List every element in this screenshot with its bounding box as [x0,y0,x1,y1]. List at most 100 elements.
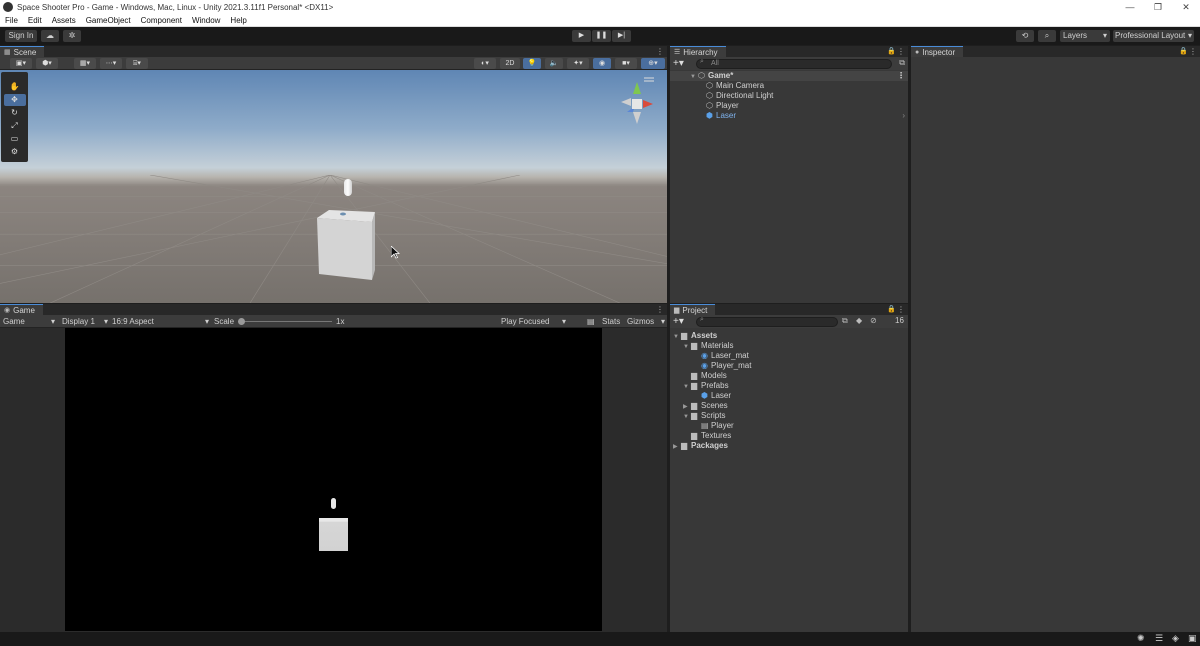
auto-generate-lighting-icon[interactable]: ◈ [1172,633,1179,644]
draw-mode-icon[interactable]: ▣▾ [10,58,32,69]
hierarchy-search-input[interactable]: All [696,59,892,69]
project-item-packages[interactable]: ▶ ▆ Packages [670,441,908,451]
tab-scene[interactable]: ▦ Scene [0,46,45,57]
hand-tool-icon[interactable]: ✋ [4,81,26,93]
step-button[interactable]: ▶| [612,30,631,42]
maximize-button[interactable]: ❐ [1144,0,1172,14]
panel-menu-icon[interactable]: ⋮ [656,46,664,57]
tab-hierarchy[interactable]: ☰ Hierarchy [670,46,726,57]
grid-snap-icon[interactable]: ▦▾ [74,58,96,69]
rotate-tool-icon[interactable]: ↻ [4,107,26,119]
play-button[interactable]: ▶ [572,30,591,42]
laser-object[interactable] [344,179,352,196]
filter-icon[interactable]: ⧉ [899,58,905,68]
project-item-prefabs[interactable]: ▼ ▆ Prefabs [670,381,908,391]
menu-assets[interactable]: Assets [47,16,81,25]
collab-icon[interactable]: ✲ [63,30,81,42]
scene-row[interactable]: ▼ ⬡ Game* ⋮ [670,71,908,81]
hierarchy-item-directional-light[interactable]: ⬡ Directional Light [670,91,908,101]
scale-slider[interactable] [238,321,332,322]
move-tool-icon[interactable]: ✥ [3,94,26,106]
row-menu-icon[interactable]: ⋮ [897,71,905,81]
layout-dropdown[interactable]: Professional Layout ▾ [1113,30,1194,42]
shading-icon[interactable]: ◐▾ [474,58,496,69]
project-item-scripts[interactable]: ▼ ▆ Scripts [670,411,908,421]
scale-slider-handle[interactable] [238,318,245,325]
scene-viewport[interactable]: ✋ ✥ ↻ ⤢ ▭ ⚙ [0,70,667,303]
menu-gameobject[interactable]: GameObject [81,16,136,25]
camera-icon[interactable]: ■▾ [615,58,637,69]
hidden-packages-icon[interactable]: ⊘ [870,316,877,325]
panel-menu-icon[interactable]: ⋮ [656,304,664,315]
project-item-player-mat[interactable]: ◉ Player_mat [670,361,908,371]
snap-icon[interactable]: ⋯▾ [100,58,122,69]
play-focused-dropdown[interactable]: Play Focused ▾ [501,315,566,328]
menu-help[interactable]: Help [225,16,251,25]
tab-project[interactable]: ▆ Project [670,304,716,315]
debug-icon[interactable]: ✺ [1137,633,1145,644]
project-item-assets[interactable]: ▼ ▆ Assets [670,331,908,341]
panel-menu-icon[interactable]: ⋮ [897,46,905,57]
cloud-icon[interactable]: ☁ [41,30,59,42]
rect-tool-icon[interactable]: ▭ [4,133,26,145]
tab-inspector[interactable]: ● Inspector [911,46,964,57]
minimize-button[interactable]: — [1116,0,1144,14]
history-icon[interactable]: ⟲ [1016,30,1034,42]
tab-inspector-label: Inspector [922,47,956,57]
tab-game[interactable]: ◉ Game [0,304,43,315]
mode-2d-toggle[interactable]: 2D [500,58,520,69]
project-item-player[interactable]: ▤ Player [670,421,908,431]
scale-tool-icon[interactable]: ⤢ [4,120,26,132]
collapse-triangle-icon[interactable]: ▶ [673,442,681,452]
project-item-laser-mat[interactable]: ◉ Laser_mat [670,351,908,361]
menu-file[interactable]: File [0,16,23,25]
stats-button[interactable]: Stats [602,315,620,328]
panel-menu-icon[interactable]: ⋮ [1189,46,1197,57]
pause-button[interactable]: ❚❚ [592,30,611,42]
menu-window[interactable]: Window [187,16,225,25]
hierarchy-item-player[interactable]: ⬡ Player [670,101,908,111]
player-cube[interactable] [315,208,377,282]
effects-icon[interactable]: ✦▾ [567,58,589,69]
search-by-type-icon[interactable]: ⧉ [842,316,848,326]
project-item-textures[interactable]: ▆ Textures [670,431,908,441]
search-icon[interactable]: ⌕ [1038,30,1056,42]
audio-icon[interactable]: 🔈 [545,58,563,69]
sign-in-button[interactable]: Sign In [5,30,37,42]
add-button[interactable]: +▾ [673,57,684,70]
hierarchy-item-main-camera[interactable]: ⬡ Main Camera [670,81,908,91]
chevron-right-icon[interactable]: › [902,111,905,121]
layers-dropdown[interactable]: Layers ▾ [1060,30,1110,42]
search-by-label-icon[interactable]: ◆ [856,316,862,325]
close-button[interactable]: ✕ [1172,0,1200,14]
chevron-down-icon: ▾ [1187,31,1192,40]
hierarchy-item-laser[interactable]: ⬢ Laser › [670,111,908,121]
aspect-dropdown[interactable]: 16:9 Aspect ▾ [112,315,209,328]
view-select-dropdown[interactable]: Game ▾ [3,315,57,328]
gizmos-dropdown[interactable]: Gizmos ▾ [627,315,665,328]
orientation-gizmo-icon[interactable] [617,76,657,136]
add-button[interactable]: +▾ [673,315,684,328]
display-dropdown[interactable]: Display 1 ▾ [62,315,108,328]
lock-icon[interactable]: 🔒 [887,46,896,57]
transform-tool-icon[interactable]: ⚙ [4,146,26,158]
cache-server-icon[interactable]: ☰ [1155,633,1163,644]
lock-icon[interactable]: 🔒 [887,304,896,315]
keyboard-icon[interactable]: ▤ [587,315,595,328]
menu-edit[interactable]: Edit [23,16,47,25]
lighting-icon[interactable]: 💡 [523,58,541,69]
menu-component[interactable]: Component [136,16,187,25]
progress-icon[interactable]: ▣ [1188,633,1197,644]
project-item-materials[interactable]: ▼ ▆ Materials [670,341,908,351]
lock-icon[interactable]: 🔒 [1179,46,1188,57]
visibility-icon[interactable]: ◉ [593,58,611,69]
project-item-scenes[interactable]: ▶ ▆ Scenes [670,401,908,411]
panel-menu-icon[interactable]: ⋮ [897,304,905,315]
game-screen[interactable] [65,328,602,631]
cube-icon[interactable]: ⬢▾ [36,58,58,69]
increment-snap-icon[interactable]: ⌸▾ [126,58,148,69]
gizmos-icon[interactable]: ⊕▾ [641,58,665,69]
project-item-models[interactable]: ▆ Models [670,371,908,381]
project-item-laser[interactable]: ⬢ Laser [670,391,908,401]
project-search-input[interactable] [696,317,838,327]
